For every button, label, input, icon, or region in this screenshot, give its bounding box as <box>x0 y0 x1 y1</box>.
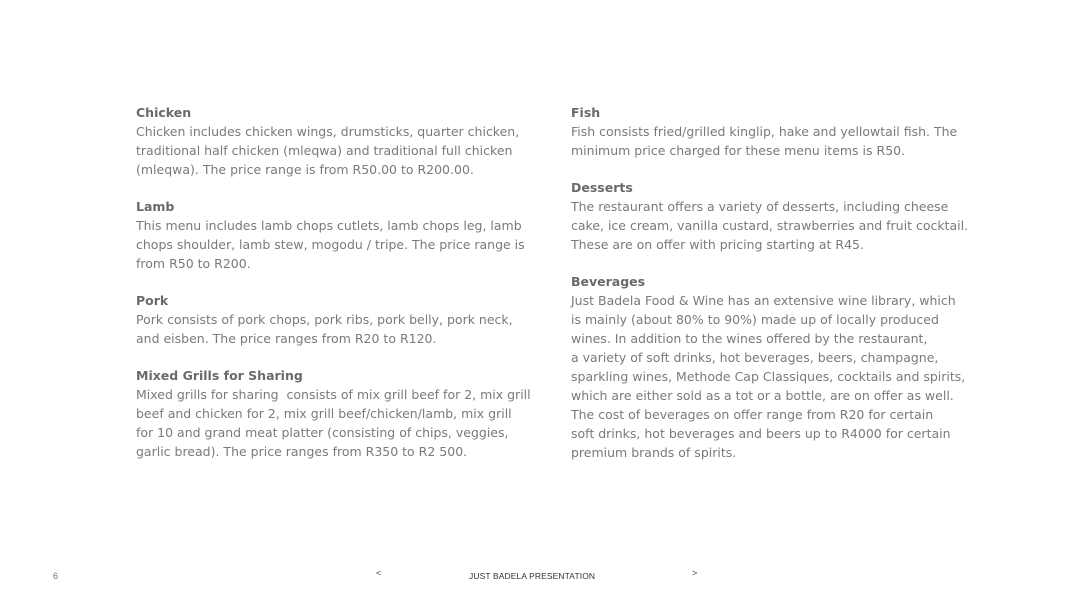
previous-slide-button[interactable]: < <box>376 568 381 578</box>
section-text-line: cake, ice cream, vanilla custard, strawb… <box>571 218 969 233</box>
section-text-line: Pork consists of pork chops, pork ribs, … <box>136 312 513 327</box>
section-title: Fish <box>571 105 601 120</box>
section-title: Pork <box>136 293 169 308</box>
section-text-line: premium brands of spirits. <box>571 445 737 460</box>
section-text-line: Mixed grills for sharing consists of mix… <box>136 387 531 402</box>
section-text-line: and eisben. The price ranges from R20 to… <box>136 331 437 346</box>
desserts-section: Desserts The restaurant offers a variety… <box>571 179 971 254</box>
section-title: Beverages <box>571 274 646 289</box>
section-text-line: from R50 to R200. <box>136 256 251 271</box>
beverages-section: Beverages Just Badela Food & Wine has an… <box>571 273 971 462</box>
section-title: Chicken <box>136 105 192 120</box>
section-text-line: a variety of soft drinks, hot beverages,… <box>571 350 939 365</box>
section-title: Mixed Grills for Sharing <box>136 368 303 383</box>
section-text-line: These are on offer with pricing starting… <box>571 237 864 252</box>
section-text-line: Just Badela Food & Wine has an extensive… <box>571 293 956 308</box>
section-text-line: sparkling wines, Methode Cap Classiques,… <box>571 369 966 384</box>
section-text-line: for 10 and grand meat platter (consistin… <box>136 425 509 440</box>
section-text-line: garlic bread). The price ranges from R35… <box>136 444 468 459</box>
section-text-line: soft drinks, hot beverages and beers up … <box>571 426 951 441</box>
section-title: Lamb <box>136 199 175 214</box>
section-text-line: minimum price charged for these menu ite… <box>571 143 906 158</box>
section-text-line: beef and chicken for 2, mix grill beef/c… <box>136 406 512 421</box>
section-text-line: (mleqwa). The price range is from R50.00… <box>136 162 474 177</box>
left-column: Chicken Chicken includes chicken wings, … <box>136 104 536 480</box>
chicken-section: Chicken Chicken includes chicken wings, … <box>136 104 536 179</box>
fish-section: Fish Fish consists fried/grilled kinglip… <box>571 104 971 160</box>
slide-footer: 6 < JUST BADELA PRESENTATION > <box>0 568 1080 584</box>
section-text-line: chops shoulder, lamb stew, mogodu / trip… <box>136 237 525 252</box>
section-text-line: Chicken includes chicken wings, drumstic… <box>136 124 520 139</box>
section-text-line: is mainly (about 80% to 90%) made up of … <box>571 312 939 327</box>
page-number: 6 <box>53 571 59 581</box>
section-text-line: Fish consists fried/grilled kinglip, hak… <box>571 124 958 139</box>
mixed-grills-section: Mixed Grills for Sharing Mixed grills fo… <box>136 367 536 461</box>
section-text-line: This menu includes lamb chops cutlets, l… <box>136 218 522 233</box>
section-title: Desserts <box>571 180 633 195</box>
pork-section: Pork Pork consists of pork chops, pork r… <box>136 292 536 348</box>
section-text-line: wines. In addition to the wines offered … <box>571 331 928 346</box>
lamb-section: Lamb This menu includes lamb chops cutle… <box>136 198 536 273</box>
presentation-title: JUST BADELA PRESENTATION <box>469 571 596 581</box>
right-column: Fish Fish consists fried/grilled kinglip… <box>571 104 971 481</box>
next-slide-button[interactable]: > <box>692 568 697 578</box>
section-text-line: traditional half chicken (mleqwa) and tr… <box>136 143 513 158</box>
section-text-line: The restaurant offers a variety of desse… <box>571 199 949 214</box>
section-text-line: which are either sold as a tot or a bott… <box>571 388 954 403</box>
section-text-line: The cost of beverages on offer range fro… <box>571 407 934 422</box>
